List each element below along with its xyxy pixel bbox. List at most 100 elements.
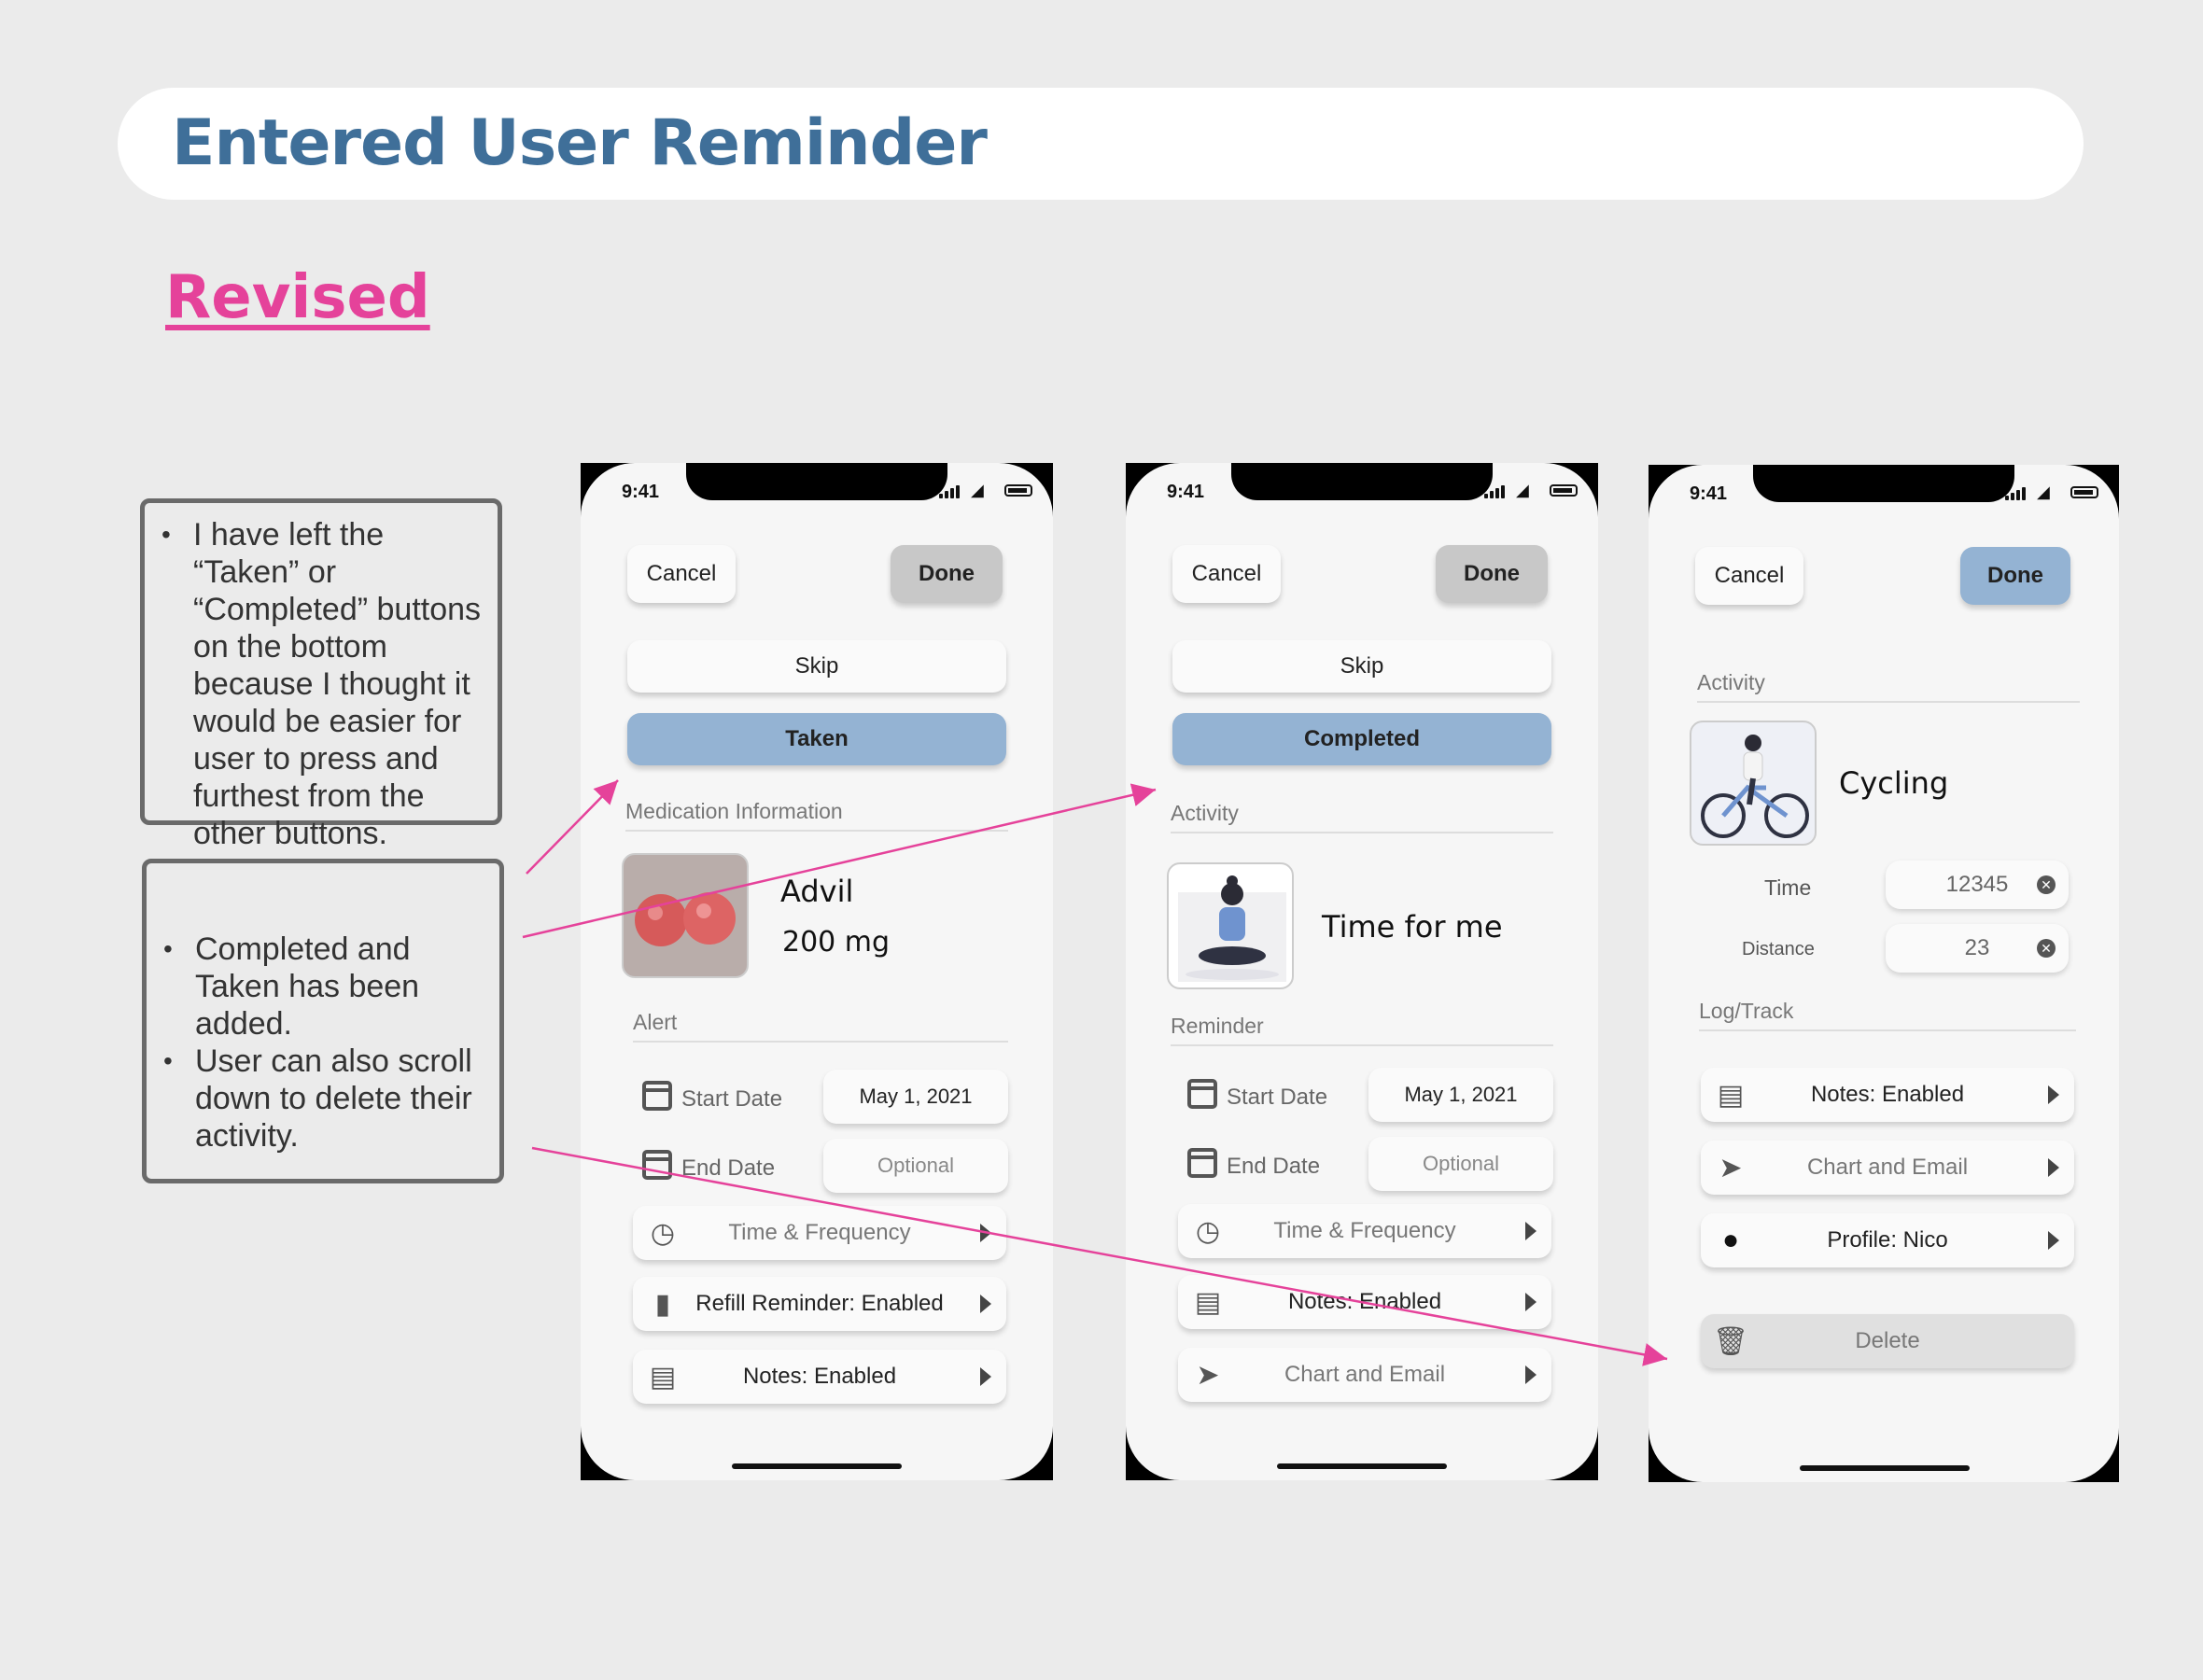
section-alert: Alert: [633, 1010, 1008, 1043]
notes-row[interactable]: ▤ Notes: Enabled: [1178, 1275, 1551, 1329]
time-frequency-row[interactable]: ◷ Time & Frequency: [1178, 1204, 1551, 1258]
pill-illustration: [635, 892, 736, 946]
delete-button[interactable]: 🗑 Delete: [1701, 1314, 2074, 1368]
annotation-note-2: Completed and Taken has been added. User…: [142, 859, 504, 1183]
section-log-track: Log/Track: [1699, 999, 2076, 1031]
notes-icon: ▤: [1194, 1286, 1222, 1318]
start-date-label: Start Date: [681, 1086, 783, 1112]
time-frequency-row[interactable]: ◷ Time & Frequency: [633, 1206, 1006, 1260]
end-date-label: End Date: [681, 1155, 776, 1181]
row-label: Notes: Enabled: [1810, 1082, 1965, 1107]
cycling-image: [1690, 721, 1817, 846]
note-bullet: I have left the “Taken” or “Completed” b…: [156, 516, 488, 852]
phone-activity: 9:41 ◢ Cancel Done Skip Completed Activi…: [1126, 463, 1598, 1480]
end-date-field[interactable]: Optional: [1368, 1137, 1553, 1191]
start-date-field[interactable]: May 1, 2021: [823, 1070, 1008, 1124]
row-label: Profile: Nico: [1827, 1227, 1948, 1253]
start-date-label: Start Date: [1227, 1085, 1328, 1110]
phone-screen: 9:41 ◢ Cancel Done Activity Cycling Time…: [1649, 465, 2119, 1482]
pill-bottle-icon: ▮: [654, 1288, 671, 1320]
row-label: Refill Reminder: Enabled: [695, 1291, 944, 1316]
time-input[interactable]: 12345 ✕: [1886, 861, 2069, 909]
phone-delete: 9:41 ◢ Cancel Done Activity Cycling Time…: [1649, 465, 2119, 1482]
end-date-field[interactable]: Optional: [823, 1139, 1008, 1193]
notes-icon: ▤: [1717, 1079, 1745, 1111]
taken-button[interactable]: Taken: [627, 713, 1006, 765]
clear-icon[interactable]: ✕: [2037, 875, 2056, 894]
chevron-right-icon: [2048, 1158, 2059, 1177]
done-button[interactable]: Done: [891, 545, 1003, 603]
status-icons: ◢: [1484, 482, 1578, 500]
status-time: 9:41: [1167, 482, 1205, 502]
row-label: Notes: Enabled: [1287, 1289, 1442, 1314]
battery-icon: [1550, 484, 1578, 497]
time-label: Time: [1764, 875, 1812, 900]
distance-label: Distance: [1742, 939, 1815, 959]
clock-icon: ◷: [1195, 1215, 1221, 1247]
page-title: Entered User Reminder: [172, 106, 988, 180]
calendar-icon: [642, 1081, 672, 1111]
calendar-icon: [1187, 1079, 1217, 1109]
chart-email-row[interactable]: ➤ Chart and Email: [1701, 1141, 2074, 1195]
status-icons: ◢: [2005, 483, 2098, 502]
signal-icon: [939, 485, 961, 498]
activity-name: Cycling: [1839, 765, 1949, 801]
note-bullet: User can also scroll down to delete thei…: [158, 1043, 490, 1155]
skip-button[interactable]: Skip: [1172, 640, 1551, 693]
distance-input[interactable]: 23 ✕: [1886, 924, 2069, 973]
status-time: 9:41: [1690, 483, 1728, 504]
send-icon: ➤: [1719, 1152, 1743, 1183]
end-date-label: End Date: [1227, 1154, 1321, 1179]
person-icon: ●: [1721, 1225, 1740, 1255]
delete-label: Delete: [1855, 1328, 1920, 1353]
completed-button[interactable]: Completed: [1172, 713, 1551, 765]
row-label: Chart and Email: [1284, 1362, 1446, 1387]
row-label: Time & Frequency: [1273, 1218, 1456, 1243]
chevron-right-icon: [1525, 1293, 1536, 1311]
revised-heading: Revised: [165, 263, 430, 332]
notes-row[interactable]: ▤ Notes: Enabled: [633, 1350, 1006, 1404]
done-button[interactable]: Done: [1436, 545, 1548, 603]
signal-icon: [1484, 485, 1507, 498]
home-indicator[interactable]: [1800, 1465, 1970, 1471]
calendar-icon: [1187, 1148, 1217, 1178]
home-indicator[interactable]: [1277, 1463, 1447, 1469]
chart-email-row[interactable]: ➤ Chart and Email: [1178, 1348, 1551, 1402]
medication-dose: 200 mg: [782, 926, 891, 959]
cycling-illustration: [1701, 735, 1809, 838]
chevron-right-icon: [980, 1295, 991, 1313]
section-activity: Activity: [1171, 801, 1553, 833]
cancel-button[interactable]: Cancel: [1172, 545, 1281, 603]
chevron-right-icon: [2048, 1231, 2059, 1250]
pill-image: [622, 853, 749, 978]
home-indicator[interactable]: [732, 1463, 902, 1469]
status-time: 9:41: [622, 482, 660, 502]
distance-value: 23: [1964, 935, 1990, 960]
calendar-icon: [642, 1150, 672, 1180]
notch: [686, 463, 947, 500]
start-date-field[interactable]: May 1, 2021: [1368, 1068, 1553, 1122]
phone-medication: 9:41 ◢ Cancel Done Skip Taken Medication…: [581, 463, 1053, 1480]
refill-reminder-row[interactable]: ▮ Refill Reminder: Enabled: [633, 1277, 1006, 1331]
profile-row[interactable]: ● Profile: Nico: [1701, 1213, 2074, 1267]
phone-screen: 9:41 ◢ Cancel Done Skip Taken Medication…: [581, 463, 1053, 1480]
meditation-image: [1167, 862, 1294, 989]
done-button[interactable]: Done: [1960, 547, 2070, 605]
wifi-icon: ◢: [1516, 481, 1529, 499]
meditation-illustration: [1178, 875, 1286, 982]
battery-icon: [2070, 486, 2098, 498]
battery-icon: [1004, 484, 1032, 497]
skip-button[interactable]: Skip: [627, 640, 1006, 693]
signal-icon: [2005, 487, 2028, 500]
wifi-icon: ◢: [2037, 483, 2050, 501]
title-bar: Entered User Reminder: [118, 88, 2084, 200]
notch: [1753, 465, 2014, 502]
clear-icon[interactable]: ✕: [2037, 939, 2056, 958]
row-label: Chart and Email: [1806, 1155, 1969, 1180]
trash-icon: 🗑: [1712, 1325, 1749, 1357]
cancel-button[interactable]: Cancel: [1695, 547, 1803, 605]
cancel-button[interactable]: Cancel: [627, 545, 736, 603]
clock-icon: ◷: [650, 1217, 676, 1249]
notes-row[interactable]: ▤ Notes: Enabled: [1701, 1068, 2074, 1122]
section-activity: Activity: [1697, 670, 2080, 703]
